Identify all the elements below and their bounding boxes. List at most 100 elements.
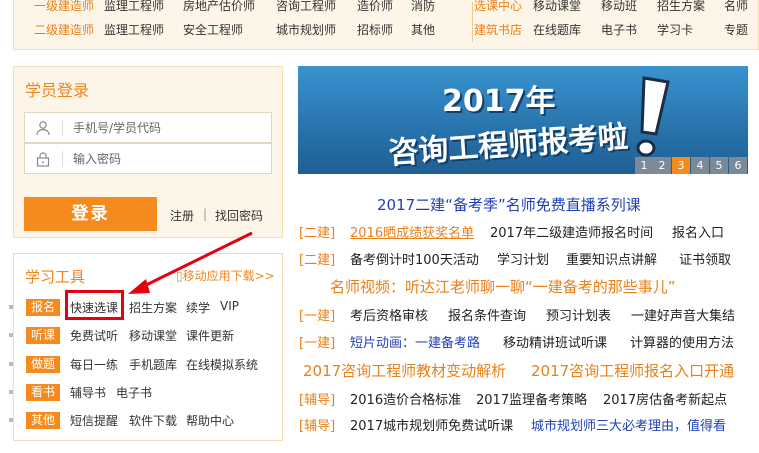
tool-link[interactable]: 辅导书 <box>70 384 106 401</box>
nav-link[interactable]: 移动课堂 <box>533 0 581 14</box>
news-link[interactable]: 重要知识点讲解 <box>566 249 657 268</box>
nav-link[interactable]: 招标师 <box>357 21 393 38</box>
login-panel: 学员登录 登录 注册 | 找回密码 <box>13 66 283 238</box>
news-link[interactable]: 报名入口 <box>672 222 724 241</box>
phone-icon: ▯ <box>176 269 183 283</box>
banner-page-4[interactable]: 4 <box>691 157 709 174</box>
news-link[interactable]: 考后资格审核 <box>350 305 428 324</box>
bullet-dot <box>9 305 13 309</box>
tool-link[interactable]: 招生方案 <box>129 299 177 316</box>
banner-page-1[interactable]: 1 <box>635 157 653 174</box>
news-tag[interactable]: [辅导] <box>299 415 335 434</box>
nav-link[interactable]: 名师 <box>724 0 748 14</box>
nav-link[interactable]: 安全工程师 <box>183 21 243 38</box>
news-headline[interactable]: 名师视频：听达江老师聊一聊“一建备考的那些事儿” <box>330 276 676 297</box>
nav-link[interactable]: 选课中心 <box>474 0 522 14</box>
nav-link[interactable]: 专题 <box>724 21 748 38</box>
tag-listen: 听课 <box>26 327 60 344</box>
nav-link[interactable]: 咨询工程师 <box>276 0 336 14</box>
mobile-app-download-link[interactable]: ▯移动应用下载>> <box>176 267 275 284</box>
password-field[interactable] <box>24 143 272 174</box>
banner-year: 2017年 <box>442 84 556 119</box>
nav-link[interactable]: 招生方案 <box>657 0 705 14</box>
news-headline[interactable]: 2017二建“备考季”名师免费直播系列课 <box>377 194 641 215</box>
news-headline[interactable]: 2017咨询工程师报名入口开通 <box>531 360 734 381</box>
tool-link[interactable]: 软件下载 <box>129 412 177 429</box>
username-field[interactable] <box>24 112 272 143</box>
bullet-dot <box>9 333 13 337</box>
password-input[interactable] <box>71 148 265 170</box>
tool-link[interactable]: 课件更新 <box>186 327 234 344</box>
banner-page-5[interactable]: 5 <box>710 157 728 174</box>
nav-link[interactable]: 二级建造师 <box>34 21 94 38</box>
field-divider <box>62 151 63 167</box>
tag-books: 看书 <box>26 384 60 401</box>
study-tools-title: 学习工具 <box>25 268 86 286</box>
tool-link[interactable]: 每日一练 <box>70 356 118 373</box>
banner-page-6[interactable]: 6 <box>729 157 747 174</box>
nav-link[interactable]: 城市规划师 <box>276 21 336 38</box>
tool-link[interactable]: VIP <box>220 299 239 313</box>
tool-link[interactable]: 免费试听 <box>70 327 118 344</box>
tool-link[interactable]: 移动课堂 <box>129 327 177 344</box>
login-button[interactable]: 登录 <box>24 197 157 231</box>
news-link[interactable]: 2016晒成绩获奖名单 <box>350 222 474 241</box>
banner-page-2[interactable]: 2 <box>653 157 671 174</box>
exclamation-icon <box>636 76 670 158</box>
nav-link[interactable]: 建筑书店 <box>474 21 522 38</box>
tool-link[interactable]: 短信提醒 <box>70 412 118 429</box>
news-link[interactable]: 2017监理备考策略 <box>476 389 587 408</box>
tag-other: 其他 <box>26 412 60 429</box>
tool-link[interactable]: 电子书 <box>116 384 152 401</box>
news-link[interactable]: 2017城市规划师免费试听课 <box>350 415 513 434</box>
tool-link[interactable]: 手机题库 <box>129 356 177 373</box>
news-tag[interactable]: [一建] <box>299 332 335 351</box>
tool-link[interactable]: 在线模拟系统 <box>186 356 258 373</box>
banner-page-3[interactable]: 3 <box>672 157 690 174</box>
field-divider <box>62 120 63 136</box>
bullet-dot <box>9 390 13 394</box>
highlight-box <box>65 290 124 320</box>
news-link[interactable]: 短片动画：一建备考路 <box>350 332 480 351</box>
news-link[interactable]: 城市规划师三大必考理由，值得看 <box>531 415 726 434</box>
news-link[interactable]: 2017年二级建造师报名时间 <box>490 222 653 241</box>
news-tag[interactable]: [二建] <box>299 222 335 241</box>
nav-link[interactable]: 学习卡 <box>657 21 693 38</box>
nav-link[interactable]: 电子书 <box>601 21 637 38</box>
nav-link[interactable]: 一级建造师 <box>34 0 94 14</box>
nav-link[interactable]: 房地产估价师 <box>183 0 255 14</box>
news-link[interactable]: 备考倒计时100天活动 <box>350 249 479 268</box>
nav-link[interactable]: 造价师 <box>357 0 393 14</box>
login-title: 学员登录 <box>25 81 90 100</box>
news-link[interactable]: 计算器的使用方法 <box>630 332 734 351</box>
nav-link[interactable]: 移动班 <box>601 0 637 14</box>
nav-link[interactable]: 监理工程师 <box>104 21 164 38</box>
news-link[interactable]: 预习计划表 <box>546 305 611 324</box>
news-link[interactable]: 2016造价合格标准 <box>350 389 461 408</box>
nav-link[interactable]: 消防 <box>411 0 435 14</box>
tag-signup: 报名 <box>26 299 60 316</box>
news-headline[interactable]: 2017咨询工程师教材变动解析 <box>303 360 506 381</box>
nav-link[interactable]: 在线题库 <box>533 21 581 38</box>
news-tag[interactable]: [二建] <box>299 249 335 268</box>
news-link[interactable]: 学习计划 <box>497 249 549 268</box>
user-icon <box>36 121 50 136</box>
tool-link[interactable]: 续学 <box>186 299 210 316</box>
lock-icon <box>36 152 50 167</box>
news-tag[interactable]: [一建] <box>299 305 335 324</box>
news-link[interactable]: 证书领取 <box>679 249 731 268</box>
register-link[interactable]: 注册 <box>170 207 194 224</box>
nav-link[interactable]: 其他 <box>411 21 435 38</box>
tool-link[interactable]: 帮助中心 <box>186 412 234 429</box>
promo-banner[interactable]: 2017年 咨询工程师报考啦 1 2 3 4 5 6 <box>298 66 748 174</box>
news-link[interactable]: 报名条件查询 <box>448 305 526 324</box>
link-divider: | <box>203 207 208 221</box>
news-link[interactable]: 2017房估备考新起点 <box>603 389 727 408</box>
news-link[interactable]: 一建好声音大集结 <box>631 305 735 324</box>
news-tag[interactable]: [辅导] <box>299 389 335 408</box>
forgot-password-link[interactable]: 找回密码 <box>215 207 263 224</box>
username-input[interactable] <box>71 117 265 139</box>
nav-divider <box>472 2 473 42</box>
news-link[interactable]: 移动精讲班试听课 <box>503 332 607 351</box>
nav-link[interactable]: 监理工程师 <box>104 0 164 14</box>
